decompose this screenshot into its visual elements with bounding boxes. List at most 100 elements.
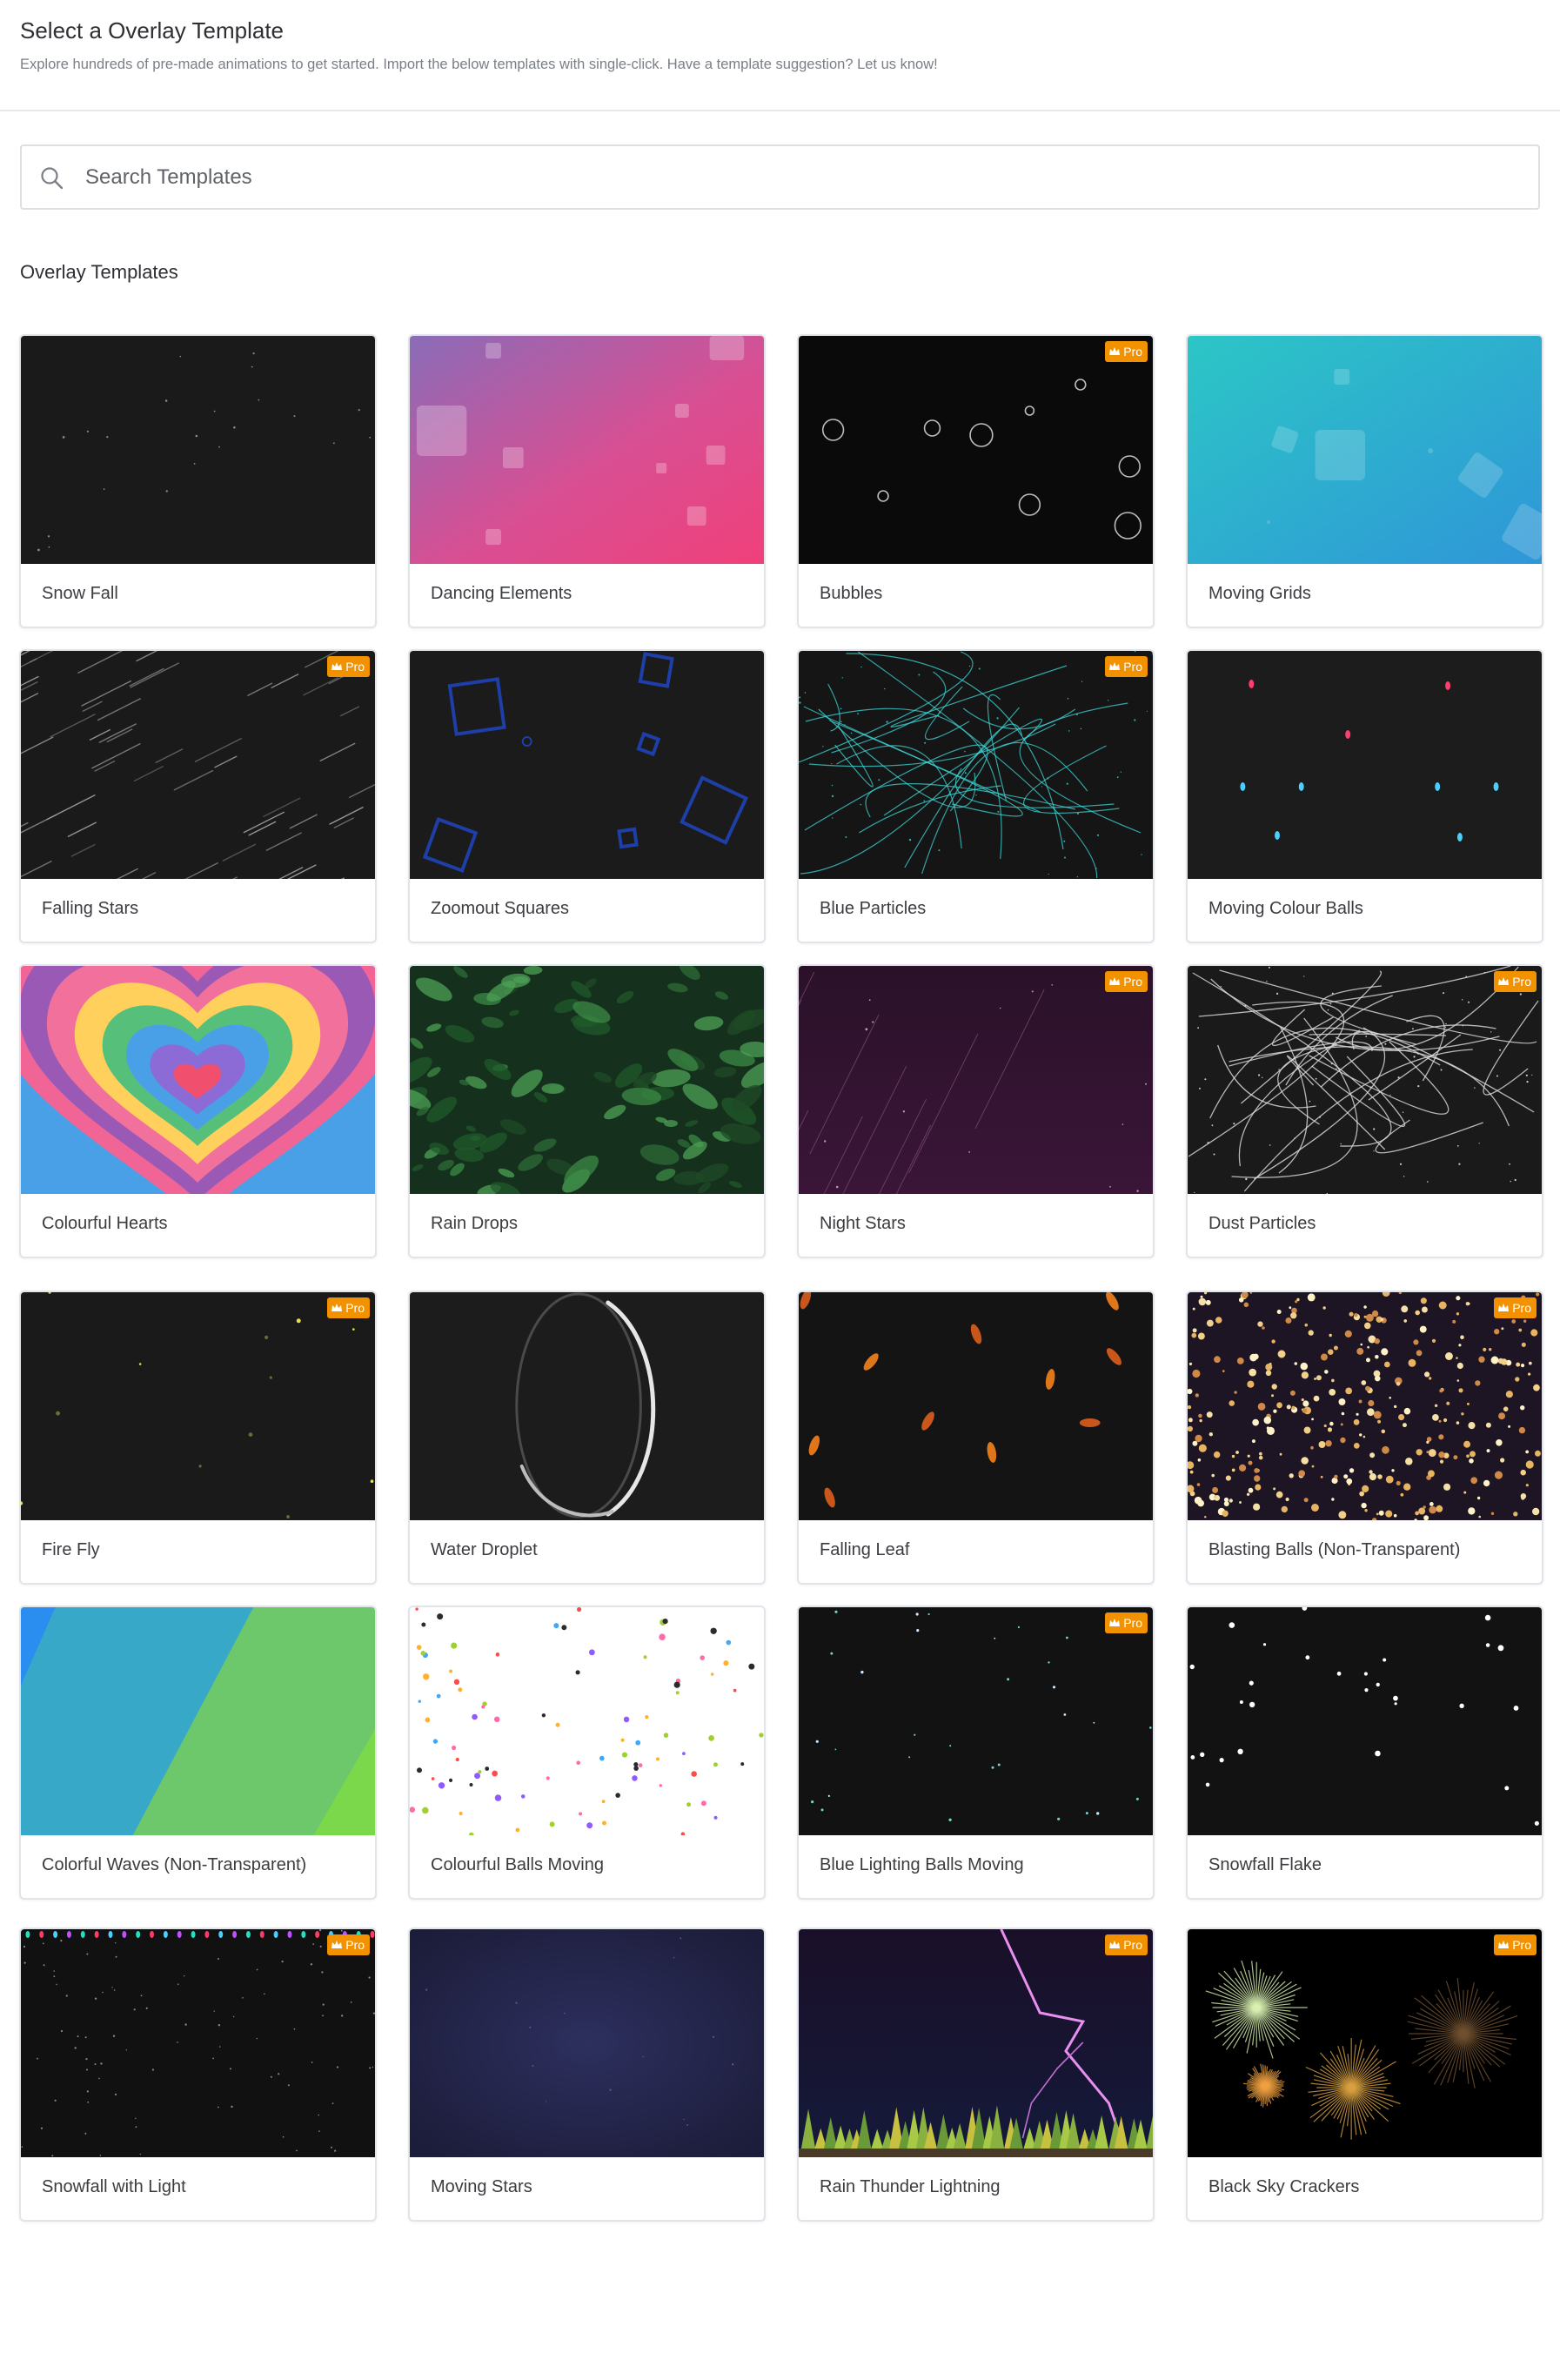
pro-badge-label: Pro [1123, 660, 1142, 674]
template-label: Blasting Balls (Non-Transparent) [1208, 1540, 1461, 1559]
pro-badge: Pro [1105, 1612, 1148, 1633]
template-preview [1188, 1607, 1542, 1835]
template-card[interactable]: Pro Blasting Balls (Non-Transparent) [1186, 1291, 1543, 1585]
template-card[interactable]: Pro Blue Particles [797, 649, 1155, 943]
template-label: Dancing Elements [431, 584, 572, 603]
template-preview [799, 651, 1153, 879]
template-label: Snow Fall [42, 584, 118, 603]
template-preview [1188, 336, 1542, 564]
search-icon [41, 167, 64, 190]
template-label: Colourful Balls Moving [431, 1855, 604, 1874]
pro-badge-label: Pro [1123, 975, 1142, 989]
template-preview [1188, 1929, 1542, 2157]
template-card[interactable]: Snow Fall [19, 334, 377, 628]
template-card[interactable]: Pro Night Stars [797, 964, 1155, 1258]
pro-badge-label: Pro [1123, 1616, 1142, 1630]
template-preview [410, 336, 764, 564]
template-card[interactable]: Falling Leaf [797, 1291, 1155, 1585]
template-preview [21, 1292, 375, 1520]
template-preview [21, 966, 375, 1194]
crown-icon [1109, 1619, 1121, 1626]
template-label: Snowfall Flake [1208, 1855, 1322, 1874]
template-card[interactable]: Moving Colour Balls [1186, 649, 1543, 943]
pro-badge: Pro [327, 1297, 370, 1318]
search-box[interactable] [20, 144, 1540, 210]
template-label: Night Stars [820, 1214, 906, 1233]
template-label: Water Droplet [431, 1540, 538, 1559]
template-card[interactable]: Pro Bubbles [797, 334, 1155, 628]
template-label: Colourful Hearts [42, 1214, 168, 1233]
template-card[interactable]: Colorful Waves (Non-Transparent) [19, 1606, 377, 1900]
template-preview [410, 966, 764, 1194]
template-card[interactable]: Pro Black Sky Crackers [1186, 1927, 1543, 2222]
template-label: Black Sky Crackers [1208, 2177, 1360, 2196]
pro-badge-label: Pro [345, 1938, 365, 1952]
search-input[interactable] [85, 157, 1512, 198]
template-label: Fire Fly [42, 1540, 100, 1559]
pro-badge-label: Pro [1512, 1301, 1531, 1315]
template-preview [799, 1929, 1153, 2157]
template-preview [410, 1292, 764, 1520]
template-card[interactable]: Moving Stars [408, 1927, 766, 2222]
template-card[interactable]: Pro Falling Stars [19, 649, 377, 943]
template-label: Moving Stars [431, 2177, 532, 2196]
template-card[interactable]: Moving Grids [1186, 334, 1543, 628]
template-label: Moving Grids [1208, 584, 1311, 603]
template-preview [410, 1929, 764, 2157]
pro-badge-label: Pro [345, 660, 365, 674]
pro-badge-label: Pro [1123, 345, 1142, 359]
pro-badge: Pro [1105, 1934, 1148, 1955]
pro-badge-label: Pro [1512, 1938, 1531, 1952]
template-label: Falling Leaf [820, 1540, 910, 1559]
template-preview [799, 1607, 1153, 1835]
template-card[interactable]: Water Droplet [408, 1291, 766, 1585]
template-label: Rain Drops [431, 1214, 519, 1233]
template-label: Rain Thunder Lightning [820, 2177, 1001, 2196]
section-title: Overlay Templates [20, 261, 178, 283]
template-label: Snowfall with Light [42, 2177, 186, 2196]
template-preview [21, 1607, 375, 1835]
template-preview [799, 966, 1153, 1194]
crown-icon [1498, 1941, 1510, 1948]
pro-badge-label: Pro [345, 1301, 365, 1315]
crown-icon [1109, 977, 1121, 985]
pro-badge: Pro [1105, 656, 1148, 677]
template-card[interactable]: Pro Fire Fly [19, 1291, 377, 1585]
template-label: Blue Particles [820, 899, 927, 918]
template-label: Zoomout Squares [431, 899, 569, 918]
template-card[interactable]: Pro Blue Lighting Balls Moving [797, 1606, 1155, 1900]
template-label: Colorful Waves (Non-Transparent) [42, 1855, 307, 1874]
template-card[interactable]: Pro Dust Particles [1186, 964, 1543, 1258]
crown-icon [1498, 1304, 1510, 1311]
template-card[interactable]: Dancing Elements [408, 334, 766, 628]
template-card[interactable]: Pro Snowfall with Light [19, 1927, 377, 2222]
page-header: Select a Overlay Template Explore hundre… [0, 0, 1560, 111]
crown-icon [331, 1304, 343, 1311]
template-card[interactable]: Snowfall Flake [1186, 1606, 1543, 1900]
template-preview [21, 1929, 375, 2157]
crown-icon [1498, 977, 1510, 985]
pro-badge: Pro [1494, 1934, 1537, 1955]
template-card[interactable]: Pro Rain Thunder Lightning [797, 1927, 1155, 2222]
template-label: Bubbles [820, 584, 883, 603]
template-card[interactable]: Zoomout Squares [408, 649, 766, 943]
pro-badge: Pro [1494, 1297, 1537, 1318]
template-preview [410, 651, 764, 879]
page-subtitle: Explore hundreds of pre-made animations … [20, 57, 938, 72]
template-preview [21, 651, 375, 879]
pro-badge-label: Pro [1512, 975, 1531, 989]
template-preview [21, 336, 375, 564]
pro-badge-label: Pro [1123, 1938, 1142, 1952]
template-preview [1188, 651, 1542, 879]
template-card[interactable]: Colourful Hearts [19, 964, 377, 1258]
template-preview [799, 336, 1153, 564]
page-title: Select a Overlay Template [20, 17, 284, 44]
crown-icon [1109, 347, 1121, 355]
template-label: Blue Lighting Balls Moving [820, 1855, 1024, 1874]
pro-badge: Pro [1105, 971, 1148, 992]
template-card[interactable]: Rain Drops [408, 964, 766, 1258]
template-card[interactable]: Colourful Balls Moving [408, 1606, 766, 1900]
template-label: Dust Particles [1208, 1214, 1316, 1233]
template-preview [799, 1292, 1153, 1520]
template-preview [1188, 966, 1542, 1194]
